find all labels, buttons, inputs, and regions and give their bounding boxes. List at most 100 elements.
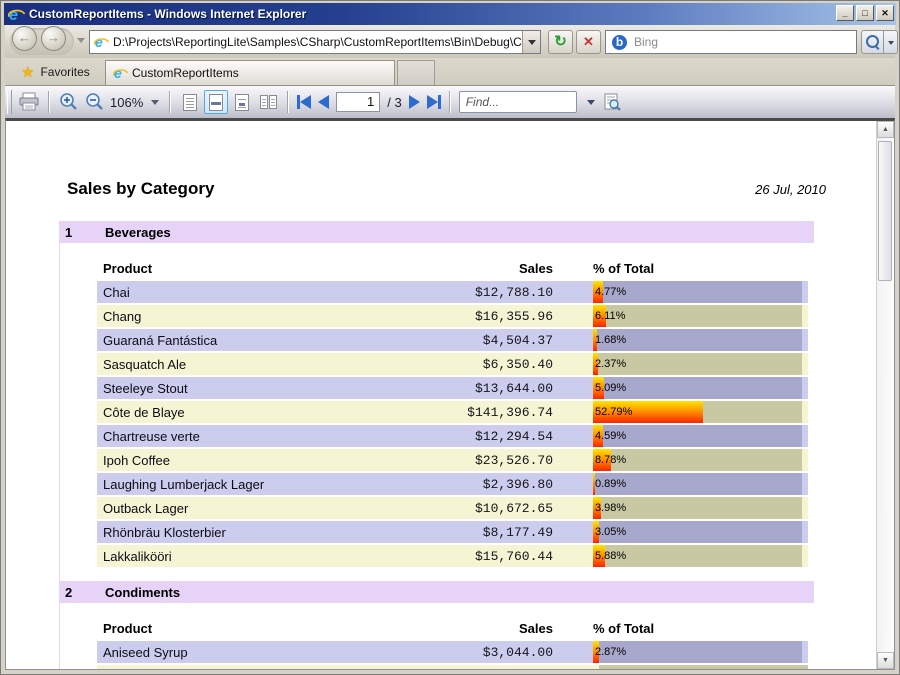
find-next-button[interactable] bbox=[599, 89, 625, 115]
continuous-view-button[interactable] bbox=[178, 90, 202, 114]
scroll-down-button[interactable]: ▼ bbox=[877, 652, 894, 669]
pct-label: 52.79% bbox=[595, 401, 632, 423]
report-date: 26 Jul, 2010 bbox=[755, 182, 826, 197]
toolbar-separator bbox=[169, 91, 171, 113]
table-row: Outback Lager $10,672.65 3.98% bbox=[97, 497, 808, 519]
pct-bar-track: 5.09% bbox=[593, 377, 802, 399]
fit-page-view-button[interactable] bbox=[230, 90, 254, 114]
zoom-level-value: 106% bbox=[110, 95, 143, 110]
pct-bar-track: 3.05% bbox=[593, 521, 802, 543]
product-cell: Steeleye Stout bbox=[97, 381, 437, 396]
table-row: Steeleye Stout $13,644.00 5.09% bbox=[97, 377, 808, 399]
product-cell: Chai bbox=[97, 285, 437, 300]
product-cell: Chartreuse verte bbox=[97, 429, 437, 444]
section-rows: Aniseed Syrup $3,044.00 2.87% bbox=[97, 641, 808, 669]
pct-label: 2.87% bbox=[595, 641, 626, 663]
search-input[interactable] bbox=[632, 34, 856, 50]
pct-bar-track: 6.11% bbox=[593, 305, 802, 327]
pct-label: 2.37% bbox=[595, 353, 626, 375]
product-cell: Lakkalikööri bbox=[97, 549, 437, 564]
search-options-dropdown-icon[interactable] bbox=[884, 30, 898, 54]
table-row: Laughing Lumberjack Lager $2,396.80 0.89… bbox=[97, 473, 808, 495]
history-dropdown-icon[interactable] bbox=[77, 38, 85, 43]
fit-width-view-button[interactable] bbox=[204, 90, 228, 114]
product-cell: Chang bbox=[97, 309, 437, 324]
forward-button[interactable]: → bbox=[41, 26, 66, 51]
bing-logo-icon: b bbox=[612, 35, 627, 50]
minimize-button[interactable]: _ bbox=[836, 5, 854, 21]
zoom-out-button[interactable] bbox=[82, 89, 108, 115]
product-cell: Aniseed Syrup bbox=[97, 645, 437, 660]
pct-bar-track: 0.89% bbox=[593, 473, 802, 495]
pct-label: 4.77% bbox=[595, 281, 626, 303]
sales-cell: $10,672.65 bbox=[437, 501, 553, 516]
col-sales: Sales bbox=[437, 261, 553, 276]
pct-bar-track: 4.59% bbox=[593, 425, 802, 447]
pct-bar-track: 2.87% bbox=[593, 641, 802, 663]
toolbar-separator bbox=[287, 91, 289, 113]
svg-text:e: e bbox=[95, 35, 103, 50]
new-tab-button[interactable] bbox=[397, 60, 435, 85]
vertical-scrollbar[interactable]: ▲ ▼ bbox=[876, 121, 894, 669]
pct-label: 5.88% bbox=[595, 545, 626, 567]
section-title: Beverages bbox=[105, 225, 171, 240]
pct-label: 1.68% bbox=[595, 329, 626, 351]
ie-logo-icon: e bbox=[8, 6, 25, 23]
page-number-input[interactable]: 1 bbox=[336, 92, 380, 112]
print-button[interactable] bbox=[16, 89, 42, 115]
pct-bar-track: 5.88% bbox=[593, 545, 802, 567]
navigation-bar: ← → e D:\Projects\ReportingLite\Samples\… bbox=[5, 25, 895, 58]
scroll-up-button[interactable]: ▲ bbox=[877, 121, 894, 138]
address-dropdown-icon[interactable] bbox=[522, 31, 540, 53]
report-viewer-toolbar: 106% 1 / 3 bbox=[5, 86, 895, 119]
stop-button[interactable]: ✕ bbox=[576, 30, 601, 54]
table-row: Chartreuse verte $12,294.54 4.59% bbox=[97, 425, 808, 447]
sales-cell: $13,644.00 bbox=[437, 381, 553, 396]
pct-label: 4.59% bbox=[595, 425, 626, 447]
svg-text:e: e bbox=[114, 66, 122, 81]
tab-customreportitems[interactable]: e CustomReportItems bbox=[105, 60, 395, 85]
favorites-button[interactable]: ★ Favorites bbox=[21, 63, 90, 81]
toolbar-grip bbox=[7, 90, 12, 114]
search-icon bbox=[866, 35, 879, 48]
sales-cell: $6,350.40 bbox=[437, 357, 553, 372]
next-page-button[interactable] bbox=[409, 95, 420, 109]
find-dropdown-icon[interactable] bbox=[587, 100, 595, 105]
product-cell: Sasquatch Ale bbox=[97, 357, 437, 372]
svg-text:e: e bbox=[9, 6, 18, 22]
address-text: D:\Projects\ReportingLite\Samples\CSharp… bbox=[113, 35, 522, 49]
sales-cell: $15,760.44 bbox=[437, 549, 553, 564]
address-bar[interactable]: e D:\Projects\ReportingLite\Samples\CSha… bbox=[89, 30, 541, 54]
zoom-in-button[interactable] bbox=[56, 89, 82, 115]
tab-label: CustomReportItems bbox=[132, 66, 239, 80]
col-pct: % of Total bbox=[593, 621, 802, 636]
report-section: 2 Condiments Product Sales % of Total An… bbox=[59, 581, 814, 669]
pct-label: 8.78% bbox=[595, 449, 626, 471]
maximize-button[interactable]: □ bbox=[856, 5, 874, 21]
section-header-band: 1 Beverages bbox=[59, 221, 814, 243]
col-product: Product bbox=[97, 621, 437, 636]
search-box[interactable]: b bbox=[605, 30, 857, 54]
facing-pages-view-button[interactable] bbox=[256, 90, 280, 114]
table-row: Lakkalikööri $15,760.44 5.88% bbox=[97, 545, 808, 567]
product-cell: Ipoh Coffee bbox=[97, 453, 437, 468]
scrollbar-thumb[interactable] bbox=[878, 141, 892, 281]
find-input[interactable] bbox=[460, 95, 576, 109]
close-button[interactable]: ✕ bbox=[876, 5, 894, 21]
last-page-button[interactable] bbox=[427, 95, 441, 109]
sales-cell: $141,396.74 bbox=[437, 405, 553, 420]
search-button[interactable] bbox=[861, 30, 884, 54]
table-row: Ipoh Coffee $23,526.70 8.78% bbox=[97, 449, 808, 471]
col-sales: Sales bbox=[437, 621, 553, 636]
zoom-dropdown-icon[interactable] bbox=[151, 100, 159, 105]
first-page-button[interactable] bbox=[297, 95, 311, 109]
browser-window: e CustomReportItems - Windows Internet E… bbox=[0, 0, 900, 675]
section-number: 1 bbox=[65, 225, 105, 240]
pct-label: 3.98% bbox=[595, 497, 626, 519]
find-box[interactable] bbox=[459, 91, 577, 113]
table-row: Côte de Blaye $141,396.74 52.79% bbox=[97, 401, 808, 423]
refresh-button[interactable]: ↻ bbox=[548, 30, 573, 54]
title-bar[interactable]: e CustomReportItems - Windows Internet E… bbox=[4, 3, 896, 25]
back-button[interactable]: ← bbox=[12, 26, 37, 51]
previous-page-button[interactable] bbox=[318, 95, 329, 109]
